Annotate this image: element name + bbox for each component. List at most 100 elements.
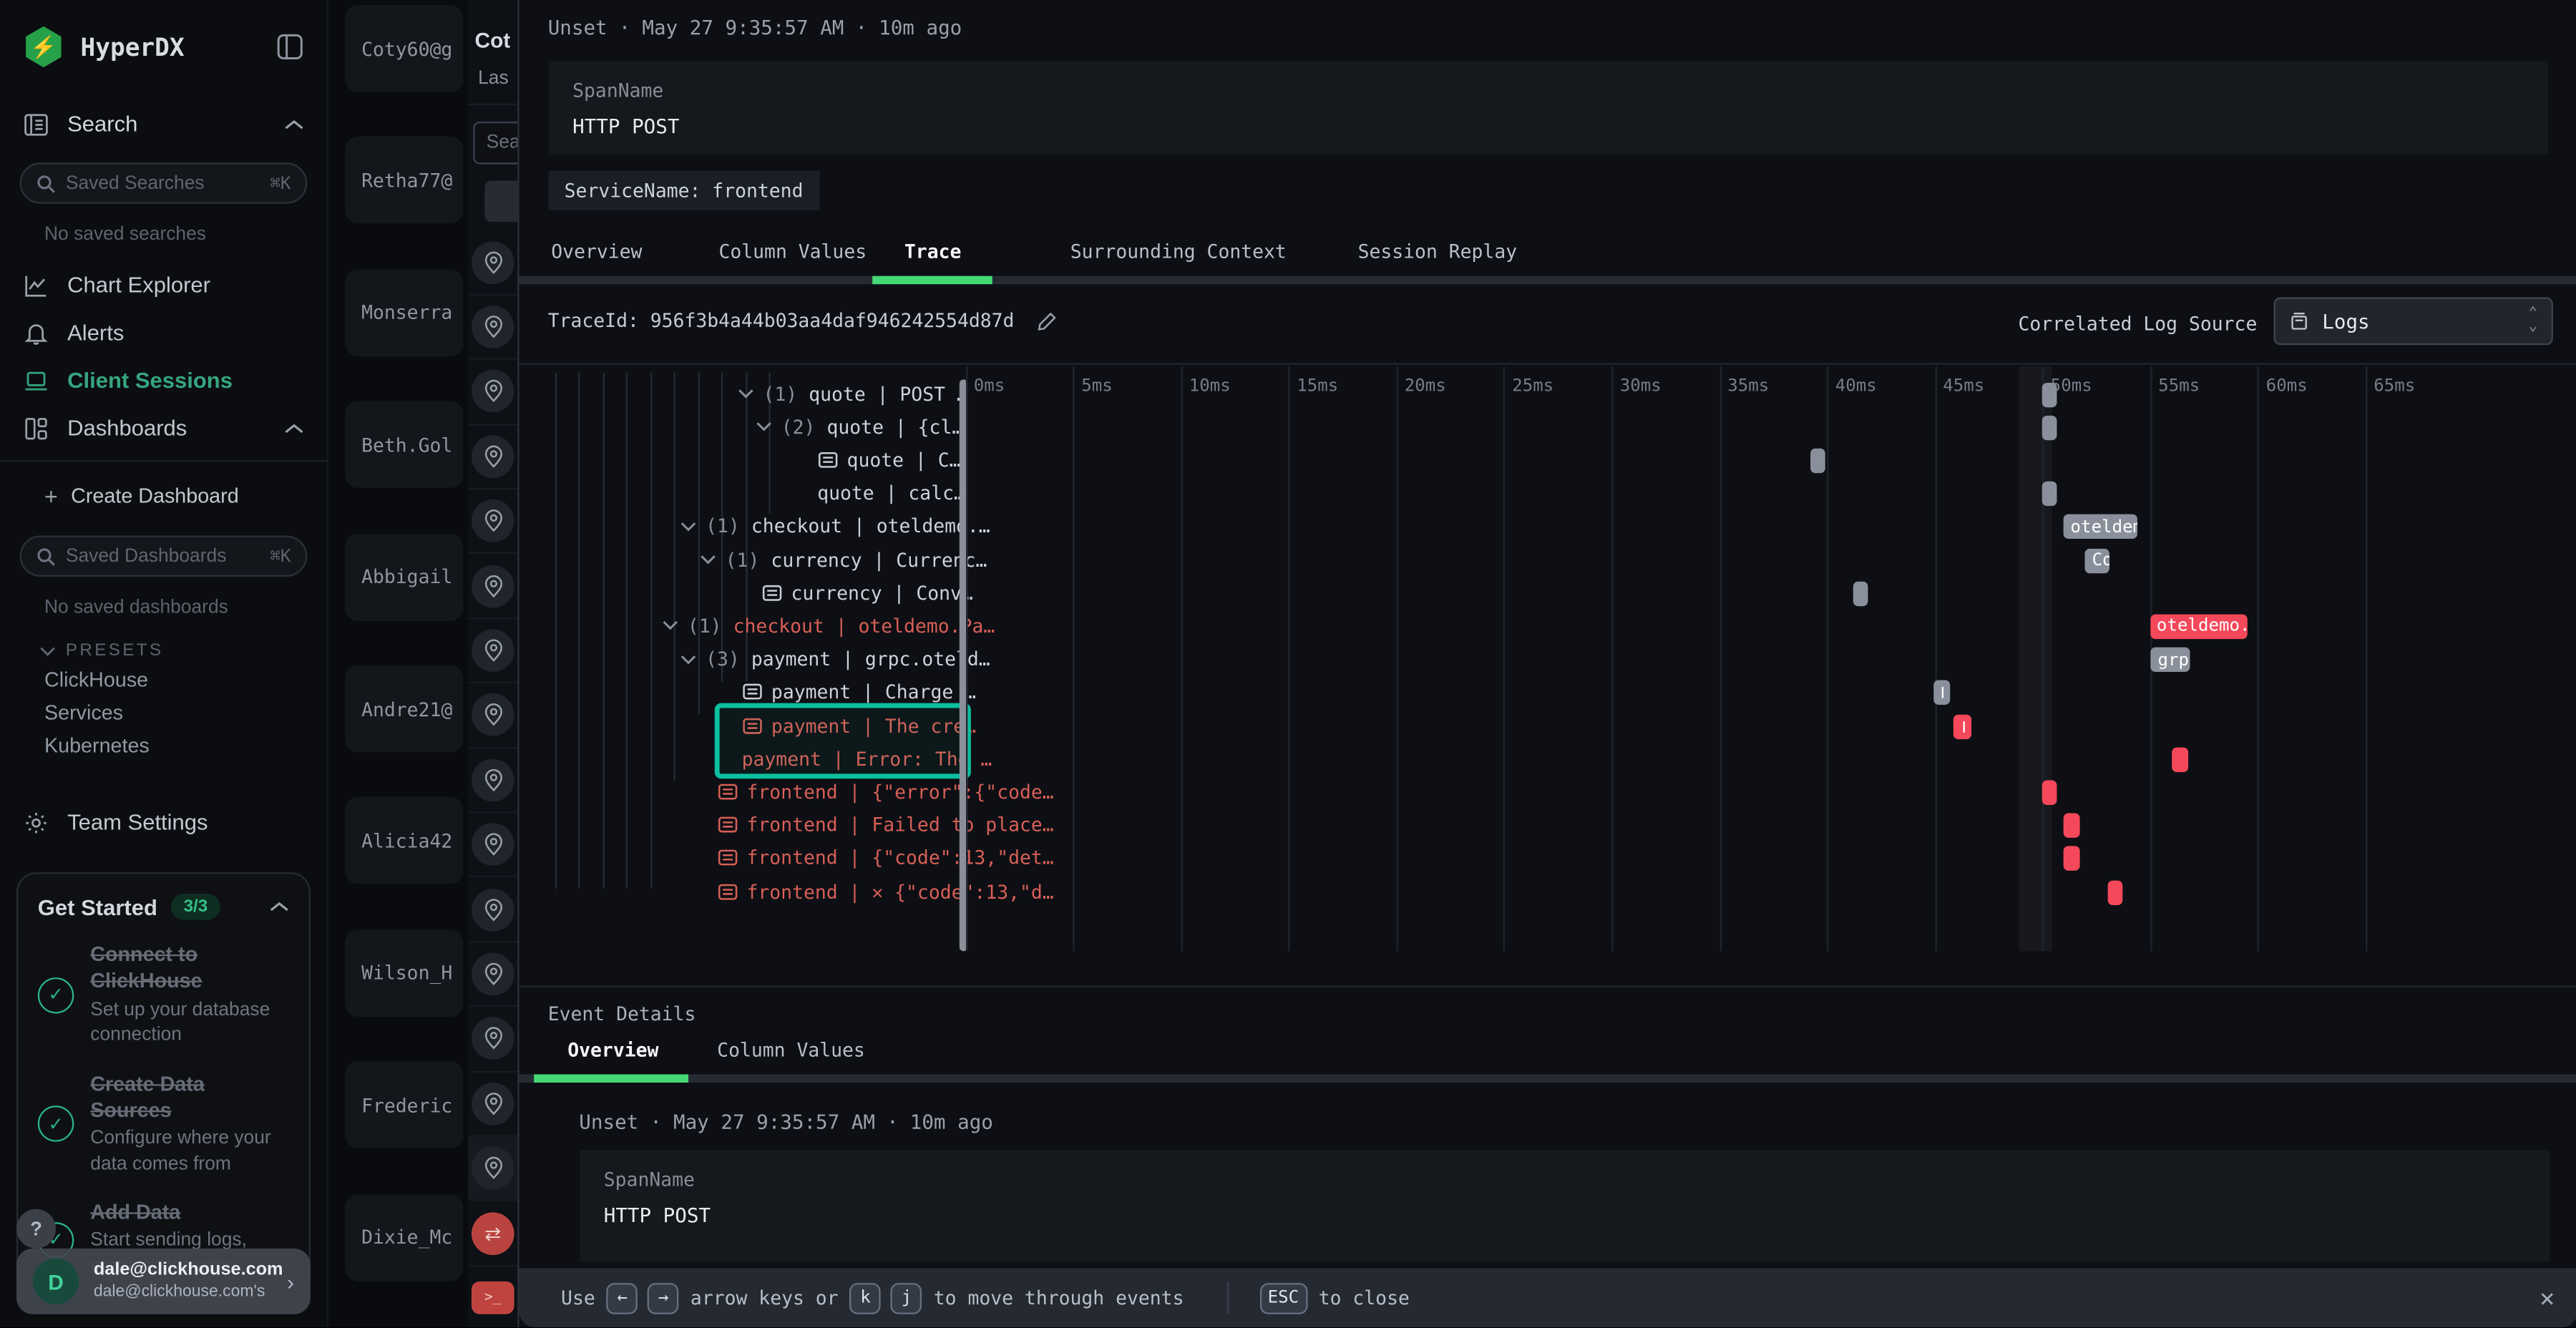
span-duration-bar[interactable] — [1810, 449, 1825, 473]
span-duration-bar[interactable]: oteldemo.P — [2064, 514, 2137, 539]
session-list-item[interactable]: Monserra — [345, 269, 463, 356]
log-source-select[interactable]: Logs ⌃⌄ — [2273, 298, 2552, 346]
sidebar-item-clickhouse[interactable]: ClickHouse — [0, 664, 327, 697]
tab-trace[interactable]: Trace — [904, 240, 961, 263]
span-tree-row[interactable]: (1)checkout | oteldemo.Pa… — [661, 610, 995, 643]
sidebar-item-kubernetes[interactable]: Kubernetes — [0, 729, 327, 762]
session-event-cell[interactable] — [468, 684, 517, 748]
span-duration-bar[interactable] — [2064, 814, 2080, 838]
chevron-down-icon[interactable] — [755, 421, 771, 432]
span-tree-row[interactable]: (2)quote | {cl… — [755, 410, 963, 443]
span-tree-row[interactable]: (1)quote | POST … — [737, 377, 968, 410]
sidebar-item-search[interactable]: Search — [0, 100, 327, 148]
session-list-item[interactable]: Abbigail — [345, 533, 463, 620]
session-event-cell[interactable] — [468, 555, 517, 619]
tab-surrounding-context[interactable]: Surrounding Context — [1070, 240, 1287, 263]
session-event-cell[interactable] — [468, 814, 517, 878]
span-tree-row[interactable]: currency | Conv… — [761, 576, 973, 609]
session-event-cell[interactable] — [468, 1073, 517, 1137]
span-tree-row[interactable]: (3)payment | grpc.oteld… — [679, 643, 990, 675]
details-tab-column-values[interactable]: Column Values — [717, 1038, 865, 1061]
location-pin-icon — [472, 1083, 514, 1126]
session-event-cell[interactable] — [468, 489, 517, 554]
arrow-right-key[interactable]: → — [648, 1282, 679, 1314]
span-duration-bar[interactable]: oteldemo. — [2150, 614, 2247, 638]
help-button[interactable]: ? — [16, 1209, 56, 1249]
span-duration-bar[interactable] — [2172, 747, 2189, 771]
get-started-item[interactable]: ✓Connect to ClickHouseSet up your databa… — [38, 942, 289, 1049]
sidebar-item-team-settings[interactable]: Team Settings — [0, 799, 327, 846]
span-tree-row[interactable]: (1)checkout | oteldemo.… — [679, 509, 990, 542]
span-tree-row[interactable]: quote | C… — [817, 444, 960, 477]
arrow-left-key[interactable]: ← — [607, 1282, 638, 1314]
session-event-cell[interactable]: ⇄ — [468, 1201, 517, 1266]
close-icon[interactable]: ✕ — [2540, 1283, 2555, 1312]
chevron-up-icon[interactable] — [284, 421, 304, 434]
span-duration-bar[interactable]: Co — [2085, 548, 2110, 572]
chevron-down-icon[interactable] — [737, 388, 753, 399]
service-name-chip[interactable]: ServiceName: frontend — [548, 171, 820, 210]
tab-column-values[interactable]: Column Values — [718, 240, 867, 263]
tab-session-replay[interactable]: Session Replay — [1358, 240, 1518, 263]
span-duration-bar[interactable] — [1933, 680, 1950, 705]
presets-header[interactable]: PRESETS — [0, 634, 327, 663]
span-duration-bar[interactable] — [2041, 780, 2058, 804]
span-duration-bar[interactable] — [2041, 415, 2058, 439]
session-list-item[interactable]: Dixie_Mc — [345, 1193, 463, 1281]
session-event-cell[interactable] — [468, 425, 517, 489]
log-doc-icon — [717, 850, 737, 866]
sidebar-item-dashboards[interactable]: Dashboards — [0, 404, 327, 452]
saved-dashboards-input[interactable]: Saved Dashboards ⌘K — [20, 535, 308, 576]
indent-guide — [555, 373, 556, 889]
chevron-down-icon[interactable] — [661, 620, 678, 631]
session-event-cell[interactable]: >_ — [468, 1266, 517, 1327]
span-duration-bar[interactable] — [1853, 581, 1868, 605]
trace-id-row: TraceId: 956f3b4a44b03aa4daf946242554d87… — [548, 309, 1059, 332]
span-duration-bar[interactable] — [2041, 382, 2058, 406]
span-tree-row[interactable]: quote | calc… — [817, 477, 965, 509]
session-event-cell[interactable] — [468, 619, 517, 683]
user-menu[interactable]: D dale@clickhouse.com dale@clickhouse.co… — [16, 1249, 311, 1314]
edit-pencil-icon[interactable] — [1038, 310, 1059, 331]
chevron-down-icon[interactable] — [699, 554, 716, 565]
span-duration-bar[interactable] — [2107, 879, 2124, 904]
details-tab-overview[interactable]: Overview — [567, 1038, 658, 1061]
session-event-cell[interactable] — [468, 231, 517, 296]
saved-searches-input[interactable]: Saved Searches ⌘K — [20, 162, 308, 203]
session-list-item[interactable]: Beth.Gol — [345, 401, 463, 489]
collapse-sidebar-icon[interactable] — [276, 33, 304, 61]
k-key[interactable]: k — [850, 1282, 882, 1314]
esc-key[interactable]: ESC — [1259, 1282, 1307, 1314]
chevron-up-icon[interactable] — [270, 900, 290, 913]
session-event-cell[interactable] — [468, 943, 517, 1007]
span-duration-bar[interactable] — [1954, 714, 1971, 738]
sidebar-item-label: Alerts — [67, 321, 124, 345]
span-duration-bar[interactable] — [2041, 482, 2057, 506]
j-key[interactable]: j — [891, 1282, 922, 1314]
chevron-up-icon[interactable] — [284, 117, 304, 130]
sidebar-item-client-sessions[interactable]: Client Sessions — [0, 356, 327, 404]
session-event-cell[interactable] — [468, 1007, 517, 1072]
session-list-item[interactable]: Retha77@ — [345, 137, 463, 224]
session-list-item[interactable]: Coty60@g — [345, 5, 463, 92]
session-event-cell[interactable] — [468, 1137, 517, 1201]
chevron-down-icon[interactable] — [679, 520, 696, 532]
session-list-item[interactable]: Wilson_H — [345, 929, 463, 1017]
session-list-item[interactable]: Andre21@ — [345, 665, 463, 753]
session-list-item[interactable]: Frederic — [345, 1062, 463, 1149]
sidebar-item-chart-explorer[interactable]: Chart Explorer — [0, 261, 327, 309]
create-dashboard-button[interactable]: + Create Dashboard — [0, 472, 327, 521]
span-duration-bar[interactable]: grpc — [2151, 648, 2190, 672]
session-event-cell[interactable] — [468, 878, 517, 942]
session-event-cell[interactable] — [468, 748, 517, 813]
sidebar-item-services[interactable]: Services — [0, 696, 327, 729]
session-event-cell[interactable] — [468, 296, 517, 360]
sidebar-item-alerts[interactable]: Alerts — [0, 309, 327, 357]
chevron-down-icon[interactable] — [679, 653, 696, 665]
span-tree-row[interactable]: (1)currency | Currenc… — [699, 543, 987, 576]
get-started-item[interactable]: ✓Create Data SourcesConfigure where your… — [38, 1070, 289, 1178]
tab-overview[interactable]: Overview — [551, 240, 642, 263]
session-list-item[interactable]: Alicia42 — [345, 797, 463, 884]
span-duration-bar[interactable] — [2064, 846, 2080, 871]
session-event-cell[interactable] — [468, 360, 517, 424]
